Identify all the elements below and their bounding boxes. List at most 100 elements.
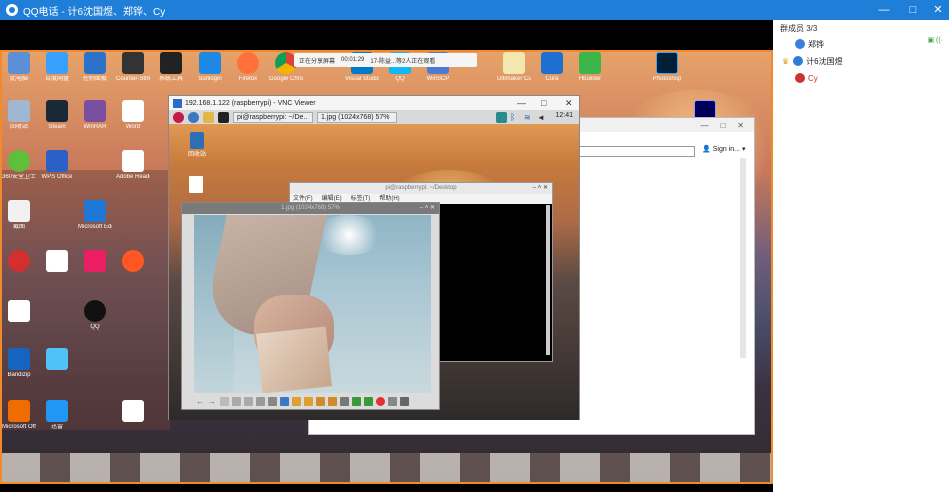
desktop-icon[interactable]: 回收站 (2, 100, 36, 131)
vnc-title: 192.168.1.122 (raspberrypi) - VNC Viewer (185, 99, 316, 107)
fit-icon[interactable] (256, 396, 265, 406)
save-as-icon[interactable] (364, 396, 373, 406)
desktop-icon[interactable]: Firefox (231, 52, 265, 83)
desktop-icon[interactable] (2, 300, 36, 324)
maximize-button[interactable]: □ (903, 0, 923, 20)
sunlogin-icon (199, 52, 221, 74)
control-panel-icon (84, 52, 106, 74)
desktop-icon[interactable]: Sunlogin (193, 52, 227, 83)
desktop-icon[interactable] (116, 250, 150, 274)
address-bar[interactable] (579, 146, 695, 157)
desktop-icon[interactable] (40, 348, 74, 372)
desktop-icon[interactable]: Steam (40, 100, 74, 131)
preferences-icon[interactable] (388, 396, 397, 406)
next-icon[interactable]: → (208, 397, 217, 406)
pi-trash-icon-group[interactable]: 回收站 (187, 132, 207, 158)
xunlei-icon (46, 400, 68, 422)
zoom-out-icon[interactable] (244, 396, 253, 406)
save-icon[interactable] (352, 396, 361, 406)
desktop-icon[interactable]: 系统工具 (154, 52, 188, 83)
terminal-scrollbar[interactable] (546, 205, 550, 355)
desktop-icon[interactable]: 百度网盘 (40, 52, 74, 83)
wallpaper-road (0, 453, 773, 483)
desktop-icon[interactable]: Microsoft Edge (78, 200, 112, 231)
volume-icon[interactable]: ◄ (537, 112, 548, 123)
browser-scrollbar[interactable] (740, 158, 746, 358)
document-icon[interactable] (189, 176, 203, 193)
recycle-bin-icon (8, 100, 30, 122)
flip-vertical-icon[interactable] (328, 396, 337, 406)
avatar (795, 73, 805, 83)
pdf-icon (122, 150, 144, 172)
desktop-icon[interactable]: Word (116, 100, 150, 131)
image-viewer-window[interactable]: 1.jpg (1024x768) 57% – ˄ ✕ ← → (181, 202, 440, 410)
desktop-icon[interactable] (40, 250, 74, 274)
desktop-icon[interactable]: 迅雷 (40, 400, 74, 431)
vnc-minimize-button[interactable]: — (517, 96, 526, 110)
previous-icon[interactable]: ← (196, 397, 205, 406)
sharing-label: 正在分享屏幕 (299, 58, 336, 65)
quit-icon[interactable] (400, 396, 409, 406)
desktop-icon[interactable]: Counter-Strike (116, 52, 150, 83)
original-size-icon[interactable] (268, 396, 277, 406)
rotate-left-icon[interactable] (292, 396, 301, 406)
desktop-icon[interactable]: Cura (535, 52, 569, 83)
flip-horizontal-icon[interactable] (316, 396, 325, 406)
browser-maximize-button[interactable]: □ (720, 121, 725, 130)
browser-minimize-button[interactable]: — (700, 121, 708, 130)
terminal-icon[interactable] (218, 111, 229, 123)
firefox-icon (237, 52, 259, 74)
image-viewer-toolbar: ← → (194, 394, 431, 408)
zoom-in-icon[interactable] (232, 396, 241, 406)
taskbar-item-image[interactable]: 1.jpg (1024x768) 57% (317, 111, 397, 123)
member-item[interactable]: 郑铧 (773, 37, 949, 51)
vnc-close-button[interactable]: ✕ (565, 96, 573, 110)
member-item[interactable]: ♛ 计6沈国煜 (773, 54, 949, 68)
fullscreen-icon[interactable] (280, 396, 289, 406)
member-item[interactable]: Cy (773, 71, 949, 85)
hbuilder-icon (579, 52, 601, 74)
bluetooth-icon[interactable]: ᛒ (510, 112, 521, 123)
sign-in-button[interactable]: 👤 Sign in... ▾ (702, 145, 745, 154)
desktop-icon[interactable]: 控制面板 (78, 52, 112, 83)
browser-icon[interactable] (188, 111, 199, 123)
close-button[interactable]: ✕ (928, 0, 948, 20)
image-viewer-window-controls[interactable]: – ˄ ✕ (420, 203, 435, 214)
desktop-icon[interactable]: WPS Office (40, 150, 74, 181)
photoshop-icon (656, 52, 678, 74)
desktop-icon[interactable]: Microsoft Office (2, 400, 36, 431)
taskbar-item-terminal[interactable]: pi@raspberrypi: ~/De.. (233, 111, 313, 123)
wifi-icon[interactable]: ≋ (524, 112, 535, 123)
raspberry-menu-icon[interactable] (173, 111, 184, 123)
browser-close-button[interactable]: ✕ (737, 121, 744, 130)
terminal-window-controls[interactable]: – ˄ ✕ (533, 183, 548, 194)
shared-screen-area: 此电脑 百度网盘 控制面板 Counter-Strike 系统工具 Sunlog… (0, 20, 773, 492)
app-icon (46, 348, 68, 370)
screen-share-status-bar[interactable]: 正在分享屏幕 00:01:29 17-陈益...等2人正在观看 (294, 53, 477, 67)
desktop-icon[interactable]: 此电脑 (2, 52, 36, 83)
vnc-maximize-button[interactable]: □ (541, 96, 546, 110)
raspberry-pi-desktop: pi@raspberrypi: ~/De.. 1.jpg (1024x768) … (169, 110, 579, 420)
file-manager-icon[interactable] (203, 111, 214, 123)
rotate-right-icon[interactable] (304, 396, 313, 406)
desktop-icon[interactable]: 360安全卫士 (2, 150, 36, 181)
desktop-icon[interactable]: Hbuilder (573, 52, 607, 83)
desktop-icon[interactable]: Bandizip (2, 348, 36, 379)
cura-icon (541, 52, 563, 74)
vnc-tray-icon[interactable] (496, 111, 507, 123)
desktop-icon[interactable]: WinRAR (78, 100, 112, 131)
minimize-button[interactable]: — (874, 0, 894, 20)
desktop-icon[interactable]: 截图 (2, 200, 36, 231)
desktop-icon[interactable] (2, 250, 36, 274)
desktop-icon[interactable] (116, 400, 150, 424)
wps-icon (46, 150, 68, 172)
desktop-icon[interactable]: QQ (78, 300, 112, 331)
desktop-icon[interactable]: Adobe Reader (116, 150, 150, 181)
desktop-icon[interactable]: Ultimaker Cura (497, 52, 531, 83)
delete-icon[interactable] (376, 396, 385, 406)
open-file-icon[interactable] (340, 396, 349, 406)
desktop-icon[interactable] (78, 250, 112, 274)
vnc-viewer-window[interactable]: 192.168.1.122 (raspberrypi) - VNC Viewer… (168, 95, 580, 420)
desktop-icon[interactable]: Photoshop (650, 52, 684, 83)
slideshow-icon[interactable] (220, 396, 229, 406)
